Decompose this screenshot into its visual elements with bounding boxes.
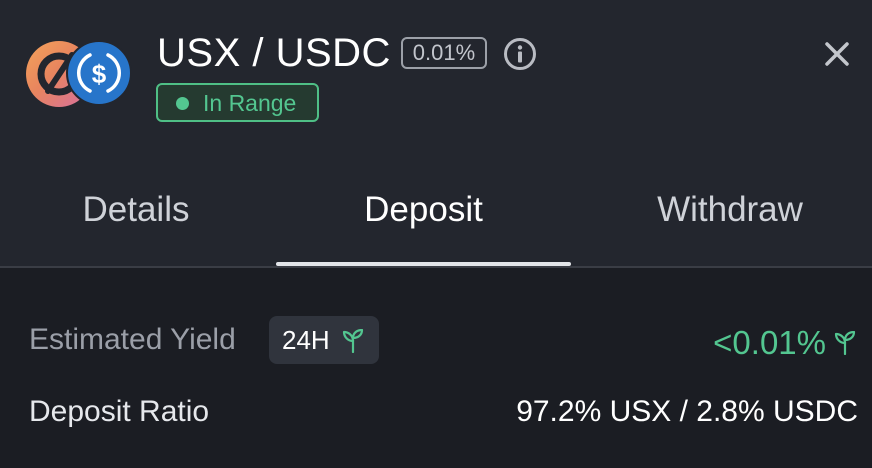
token-pair-icons: $	[26, 40, 134, 108]
status-badge-label: In Range	[203, 90, 297, 116]
fee-tier-badge: 0.01%	[401, 37, 487, 69]
pool-header: $ USX / USDC 0.01% In Range Details Depo…	[0, 0, 872, 268]
status-dot-icon	[176, 97, 189, 110]
yield-period-label: 24H	[282, 325, 330, 355]
usdc-token-icon: $	[66, 40, 132, 106]
pool-pair-title: USX / USDC	[157, 31, 391, 75]
close-icon[interactable]	[820, 37, 854, 71]
estimated-yield-label: Estimated Yield	[29, 323, 236, 356]
deposit-ratio-label: Deposit Ratio	[29, 395, 210, 428]
info-icon[interactable]	[503, 37, 537, 71]
svg-text:$: $	[92, 59, 107, 89]
deposit-ratio-value: 97.2% USX / 2.8% USDC	[516, 395, 858, 428]
tab-deposit[interactable]: Deposit	[276, 185, 571, 235]
tab-details[interactable]: Details	[40, 185, 232, 235]
sprout-icon	[342, 328, 364, 358]
estimated-yield-value: <0.01%	[713, 324, 826, 361]
tab-withdraw[interactable]: Withdraw	[620, 185, 840, 235]
sprout-icon	[834, 330, 856, 360]
yield-period-selector[interactable]: 24H	[269, 316, 379, 364]
status-badge: In Range	[156, 83, 319, 122]
tab-divider	[0, 266, 872, 268]
